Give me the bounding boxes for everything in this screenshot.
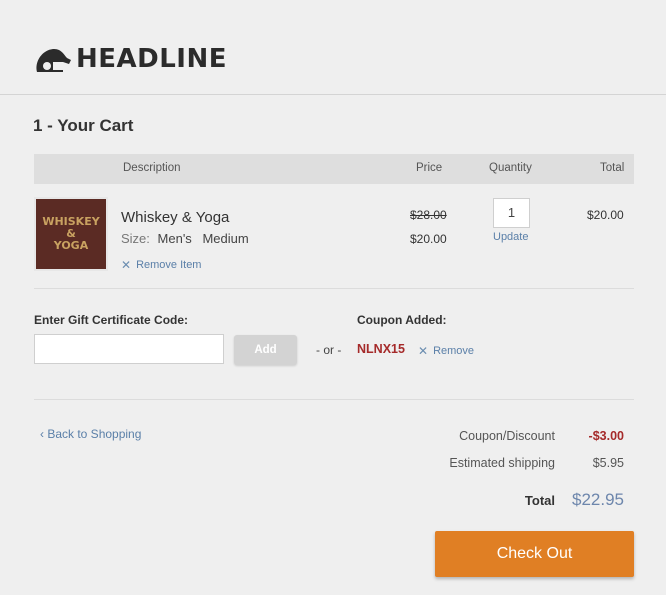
back-to-shopping-link[interactable]: ‹ Back to Shopping xyxy=(40,427,141,441)
remove-item-label: Remove Item xyxy=(136,259,202,271)
gift-certificate-label: Enter Gift Certificate Code: xyxy=(34,313,189,327)
coupon-label: Coupon Added: xyxy=(357,313,447,327)
remove-coupon-link[interactable]: ✕ Remove xyxy=(418,344,474,358)
shipping-value: $5.95 xyxy=(592,456,624,470)
column-price: Price xyxy=(416,162,443,174)
size-label: Size: xyxy=(121,231,150,246)
logo-icon xyxy=(36,48,71,72)
total-label: Total xyxy=(524,493,555,508)
line-total: $20.00 xyxy=(587,208,624,222)
checkout-button[interactable]: Check Out xyxy=(435,531,634,577)
product-image-text: YOGA xyxy=(53,239,89,252)
cart-title: 1 - Your Cart xyxy=(33,116,134,135)
section-divider xyxy=(34,399,634,400)
product-size: Size: Men's Medium xyxy=(121,231,249,246)
logo-text[interactable]: HEADLINE xyxy=(76,44,227,74)
close-icon: ✕ xyxy=(418,344,429,358)
close-icon: ✕ xyxy=(121,258,132,272)
gift-certificate-input[interactable] xyxy=(34,334,224,364)
discount-value: -$3.00 xyxy=(588,429,624,443)
size-value: Men's xyxy=(157,231,192,246)
size-value: Medium xyxy=(202,231,249,246)
column-total: Total xyxy=(600,162,625,174)
total-value: $22.95 xyxy=(572,490,624,509)
product-image[interactable]: WHISKEY & YOGA xyxy=(34,197,108,271)
sale-price: $20.00 xyxy=(410,232,447,246)
or-separator: - or - xyxy=(316,343,342,357)
remove-item-link[interactable]: ✕ Remove Item xyxy=(121,258,201,272)
product-name[interactable]: Whiskey & Yoga xyxy=(121,209,229,226)
row-divider xyxy=(34,288,634,289)
quantity-input[interactable]: 1 xyxy=(493,198,530,228)
shipping-label: Estimated shipping xyxy=(449,456,555,470)
add-gift-button[interactable]: Add xyxy=(234,335,297,365)
coupon-code: NLNX15 xyxy=(357,342,405,356)
column-quantity: Quantity xyxy=(489,162,532,174)
header-divider xyxy=(0,94,666,95)
cart-table-header: Description Price Quantity Total xyxy=(34,154,634,184)
remove-coupon-label: Remove xyxy=(433,345,475,357)
discount-label: Coupon/Discount xyxy=(459,429,555,443)
update-quantity-link[interactable]: Update xyxy=(493,231,528,243)
site-header: HEADLINE xyxy=(33,44,227,74)
original-price: $28.00 xyxy=(410,208,447,222)
column-description: Description xyxy=(123,162,181,174)
